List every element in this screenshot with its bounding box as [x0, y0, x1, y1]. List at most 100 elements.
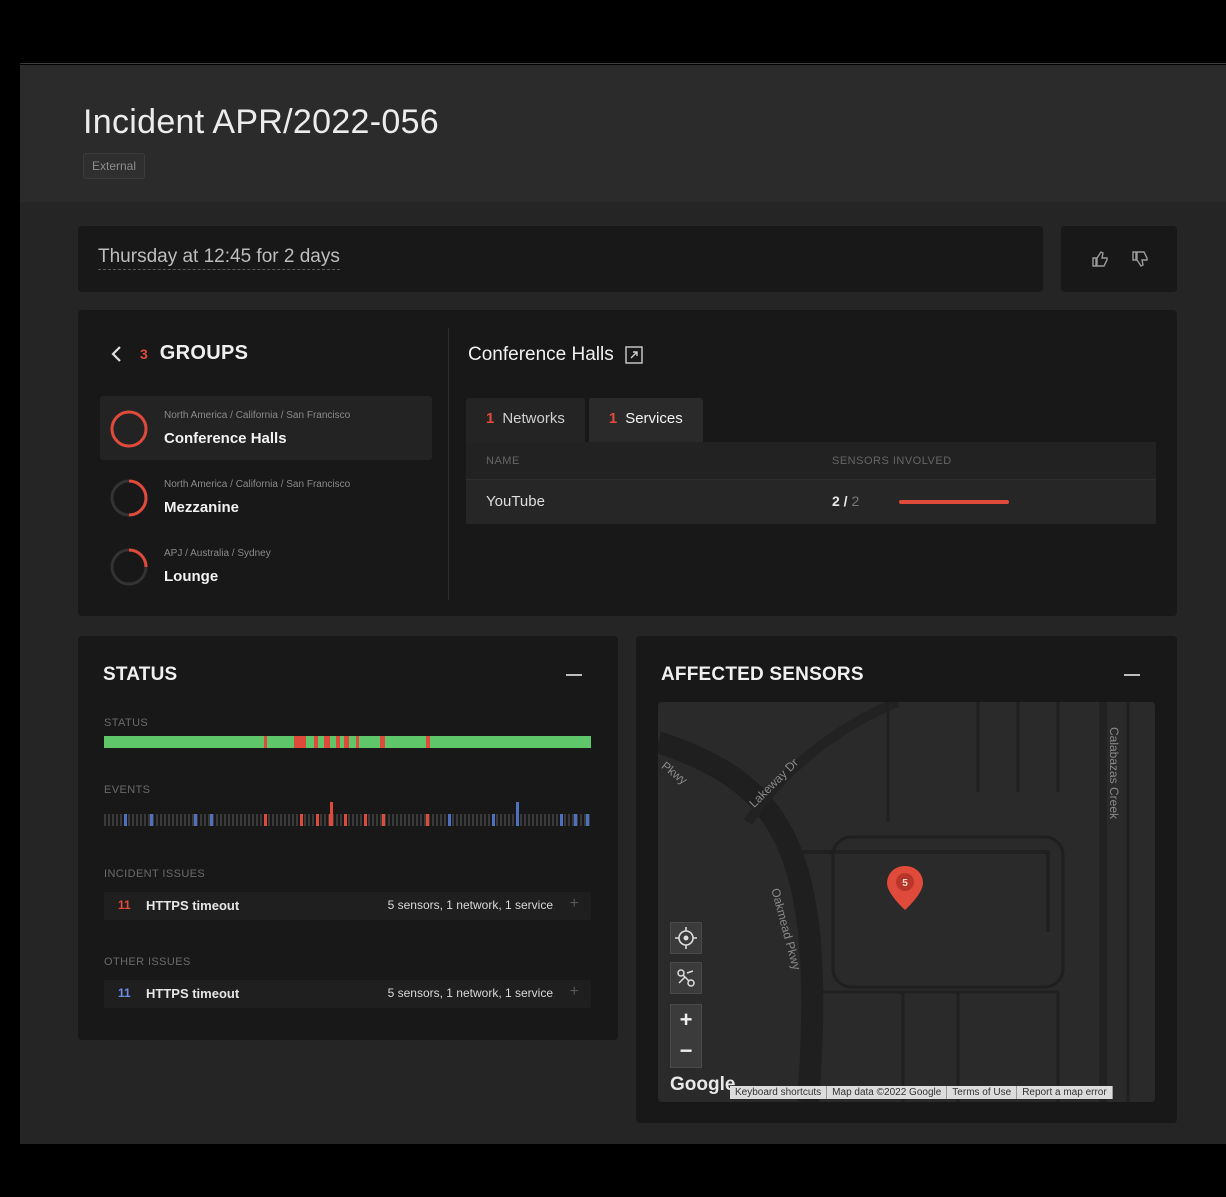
- groups-count: 3: [140, 345, 148, 362]
- chevron-left-icon[interactable]: [108, 343, 126, 365]
- zoom-in-button[interactable]: +: [671, 1005, 701, 1036]
- event-mark[interactable]: [194, 814, 197, 826]
- map-data-text: Map data ©2022 Google: [827, 1086, 948, 1099]
- google-logo: Google: [670, 1074, 736, 1095]
- event-mark[interactable]: [448, 814, 451, 826]
- event-mark[interactable]: [210, 814, 213, 826]
- events-timeline[interactable]: [104, 800, 591, 830]
- event-tick: [556, 814, 558, 826]
- status-timeline[interactable]: [104, 736, 591, 748]
- event-tick: [252, 814, 254, 826]
- event-tick: [456, 814, 458, 826]
- event-tick: [400, 814, 402, 826]
- event-tick: [296, 814, 298, 826]
- schedule-text[interactable]: Thursday at 12:45 for 2 days: [98, 246, 340, 270]
- tab-networks[interactable]: 1 Networks: [466, 398, 585, 442]
- event-spike[interactable]: [516, 802, 519, 826]
- group-item-conference-halls[interactable]: North America / California / San Francis…: [100, 396, 432, 460]
- zoom-control: + −: [670, 1004, 702, 1068]
- event-mark[interactable]: [364, 814, 367, 826]
- event-mark[interactable]: [492, 814, 495, 826]
- status-alert-segment[interactable]: [344, 736, 349, 748]
- map-streets: 5: [658, 702, 1130, 1102]
- schedule-bar: Thursday at 12:45 for 2 days: [78, 226, 1043, 292]
- status-alert-segment[interactable]: [314, 736, 318, 748]
- event-mark[interactable]: [586, 814, 589, 826]
- thumbs-up-icon[interactable]: [1089, 248, 1111, 270]
- event-tick: [288, 814, 290, 826]
- event-tick: [572, 814, 574, 826]
- event-tick: [520, 814, 522, 826]
- group-path: North America / California / San Francis…: [164, 410, 351, 421]
- tab-services[interactable]: 1 Services: [588, 398, 703, 442]
- main-content: Thursday at 12:45 for 2 days 3 GROUPS No…: [20, 202, 1226, 1144]
- event-tick: [480, 814, 482, 826]
- group-item-mezzanine[interactable]: North America / California / San Francis…: [100, 465, 432, 529]
- event-mark[interactable]: [560, 814, 563, 826]
- status-alert-segment[interactable]: [380, 736, 385, 748]
- event-tick: [536, 814, 538, 826]
- event-tick: [136, 814, 138, 826]
- event-mark[interactable]: [344, 814, 347, 826]
- external-link-icon[interactable]: [624, 345, 644, 365]
- expand-plus-icon[interactable]: +: [570, 895, 579, 913]
- event-mark[interactable]: [426, 814, 429, 826]
- collapse-icon[interactable]: [566, 666, 582, 682]
- event-tick: [468, 814, 470, 826]
- collapse-icon[interactable]: [1124, 666, 1140, 682]
- status-alert-segment[interactable]: [264, 736, 267, 748]
- event-tick: [452, 814, 454, 826]
- zoom-out-button[interactable]: −: [671, 1036, 701, 1067]
- terms-link[interactable]: Terms of Use: [947, 1086, 1018, 1099]
- event-tick: [584, 814, 586, 826]
- locate-button[interactable]: [670, 922, 702, 954]
- status-alert-segment[interactable]: [426, 736, 430, 748]
- event-mark[interactable]: [316, 814, 319, 826]
- event-tick: [112, 814, 114, 826]
- group-item-lounge[interactable]: APJ / Australia / Sydney Lounge: [100, 534, 432, 598]
- event-tick: [104, 814, 106, 826]
- issue-count: 11: [118, 898, 131, 912]
- event-tick: [336, 814, 338, 826]
- status-alert-segment[interactable]: [324, 736, 330, 748]
- event-tick: [216, 814, 218, 826]
- event-tick: [236, 814, 238, 826]
- event-mark[interactable]: [300, 814, 303, 826]
- event-spike[interactable]: [330, 802, 333, 826]
- keyboard-shortcuts-link[interactable]: Keyboard shortcuts: [730, 1086, 828, 1099]
- table-row[interactable]: YouTube 2 / 2: [466, 480, 1156, 524]
- event-tick: [224, 814, 226, 826]
- bottom-bar: [20, 1144, 1226, 1197]
- map-attribution: Keyboard shortcuts Map data ©2022 Google…: [730, 1086, 1113, 1099]
- sensor-map[interactable]: 5 Pkwy Lakeway Dr Oakmead Pkwy Calabazas…: [658, 702, 1155, 1102]
- table-header: NAME SENSORS INVOLVED: [466, 442, 1156, 480]
- incident-issue-row[interactable]: 11 HTTPS timeout 5 sensors, 1 network, 1…: [104, 892, 591, 920]
- issue-meta: 5 sensors, 1 network, 1 service: [387, 986, 553, 1000]
- event-tick: [440, 814, 442, 826]
- top-bar: [20, 0, 1226, 64]
- status-alert-segment[interactable]: [336, 736, 340, 748]
- event-tick: [232, 814, 234, 826]
- thumbs-down-icon[interactable]: [1129, 248, 1151, 270]
- expand-plus-icon[interactable]: +: [570, 983, 579, 1001]
- street-view-button[interactable]: [670, 962, 702, 994]
- issue-name: HTTPS timeout: [146, 898, 240, 913]
- event-mark[interactable]: [124, 814, 127, 826]
- event-tick: [476, 814, 478, 826]
- event-tick: [444, 814, 446, 826]
- column-header-name[interactable]: NAME: [486, 455, 520, 467]
- event-mark[interactable]: [264, 814, 267, 826]
- status-alert-segment[interactable]: [356, 736, 359, 748]
- event-tick: [324, 814, 326, 826]
- column-header-sensors[interactable]: SENSORS INVOLVED: [832, 455, 952, 467]
- event-mark[interactable]: [150, 814, 153, 826]
- incident-tag: External: [83, 153, 146, 179]
- event-mark[interactable]: [382, 814, 385, 826]
- sensors-involved: 2: [832, 493, 840, 509]
- event-mark[interactable]: [574, 814, 577, 826]
- status-alert-segment[interactable]: [294, 736, 306, 748]
- other-issue-row[interactable]: 11 HTTPS timeout 5 sensors, 1 network, 1…: [104, 980, 591, 1008]
- report-error-link[interactable]: Report a map error: [1017, 1086, 1113, 1099]
- event-tick: [496, 814, 498, 826]
- event-tick: [272, 814, 274, 826]
